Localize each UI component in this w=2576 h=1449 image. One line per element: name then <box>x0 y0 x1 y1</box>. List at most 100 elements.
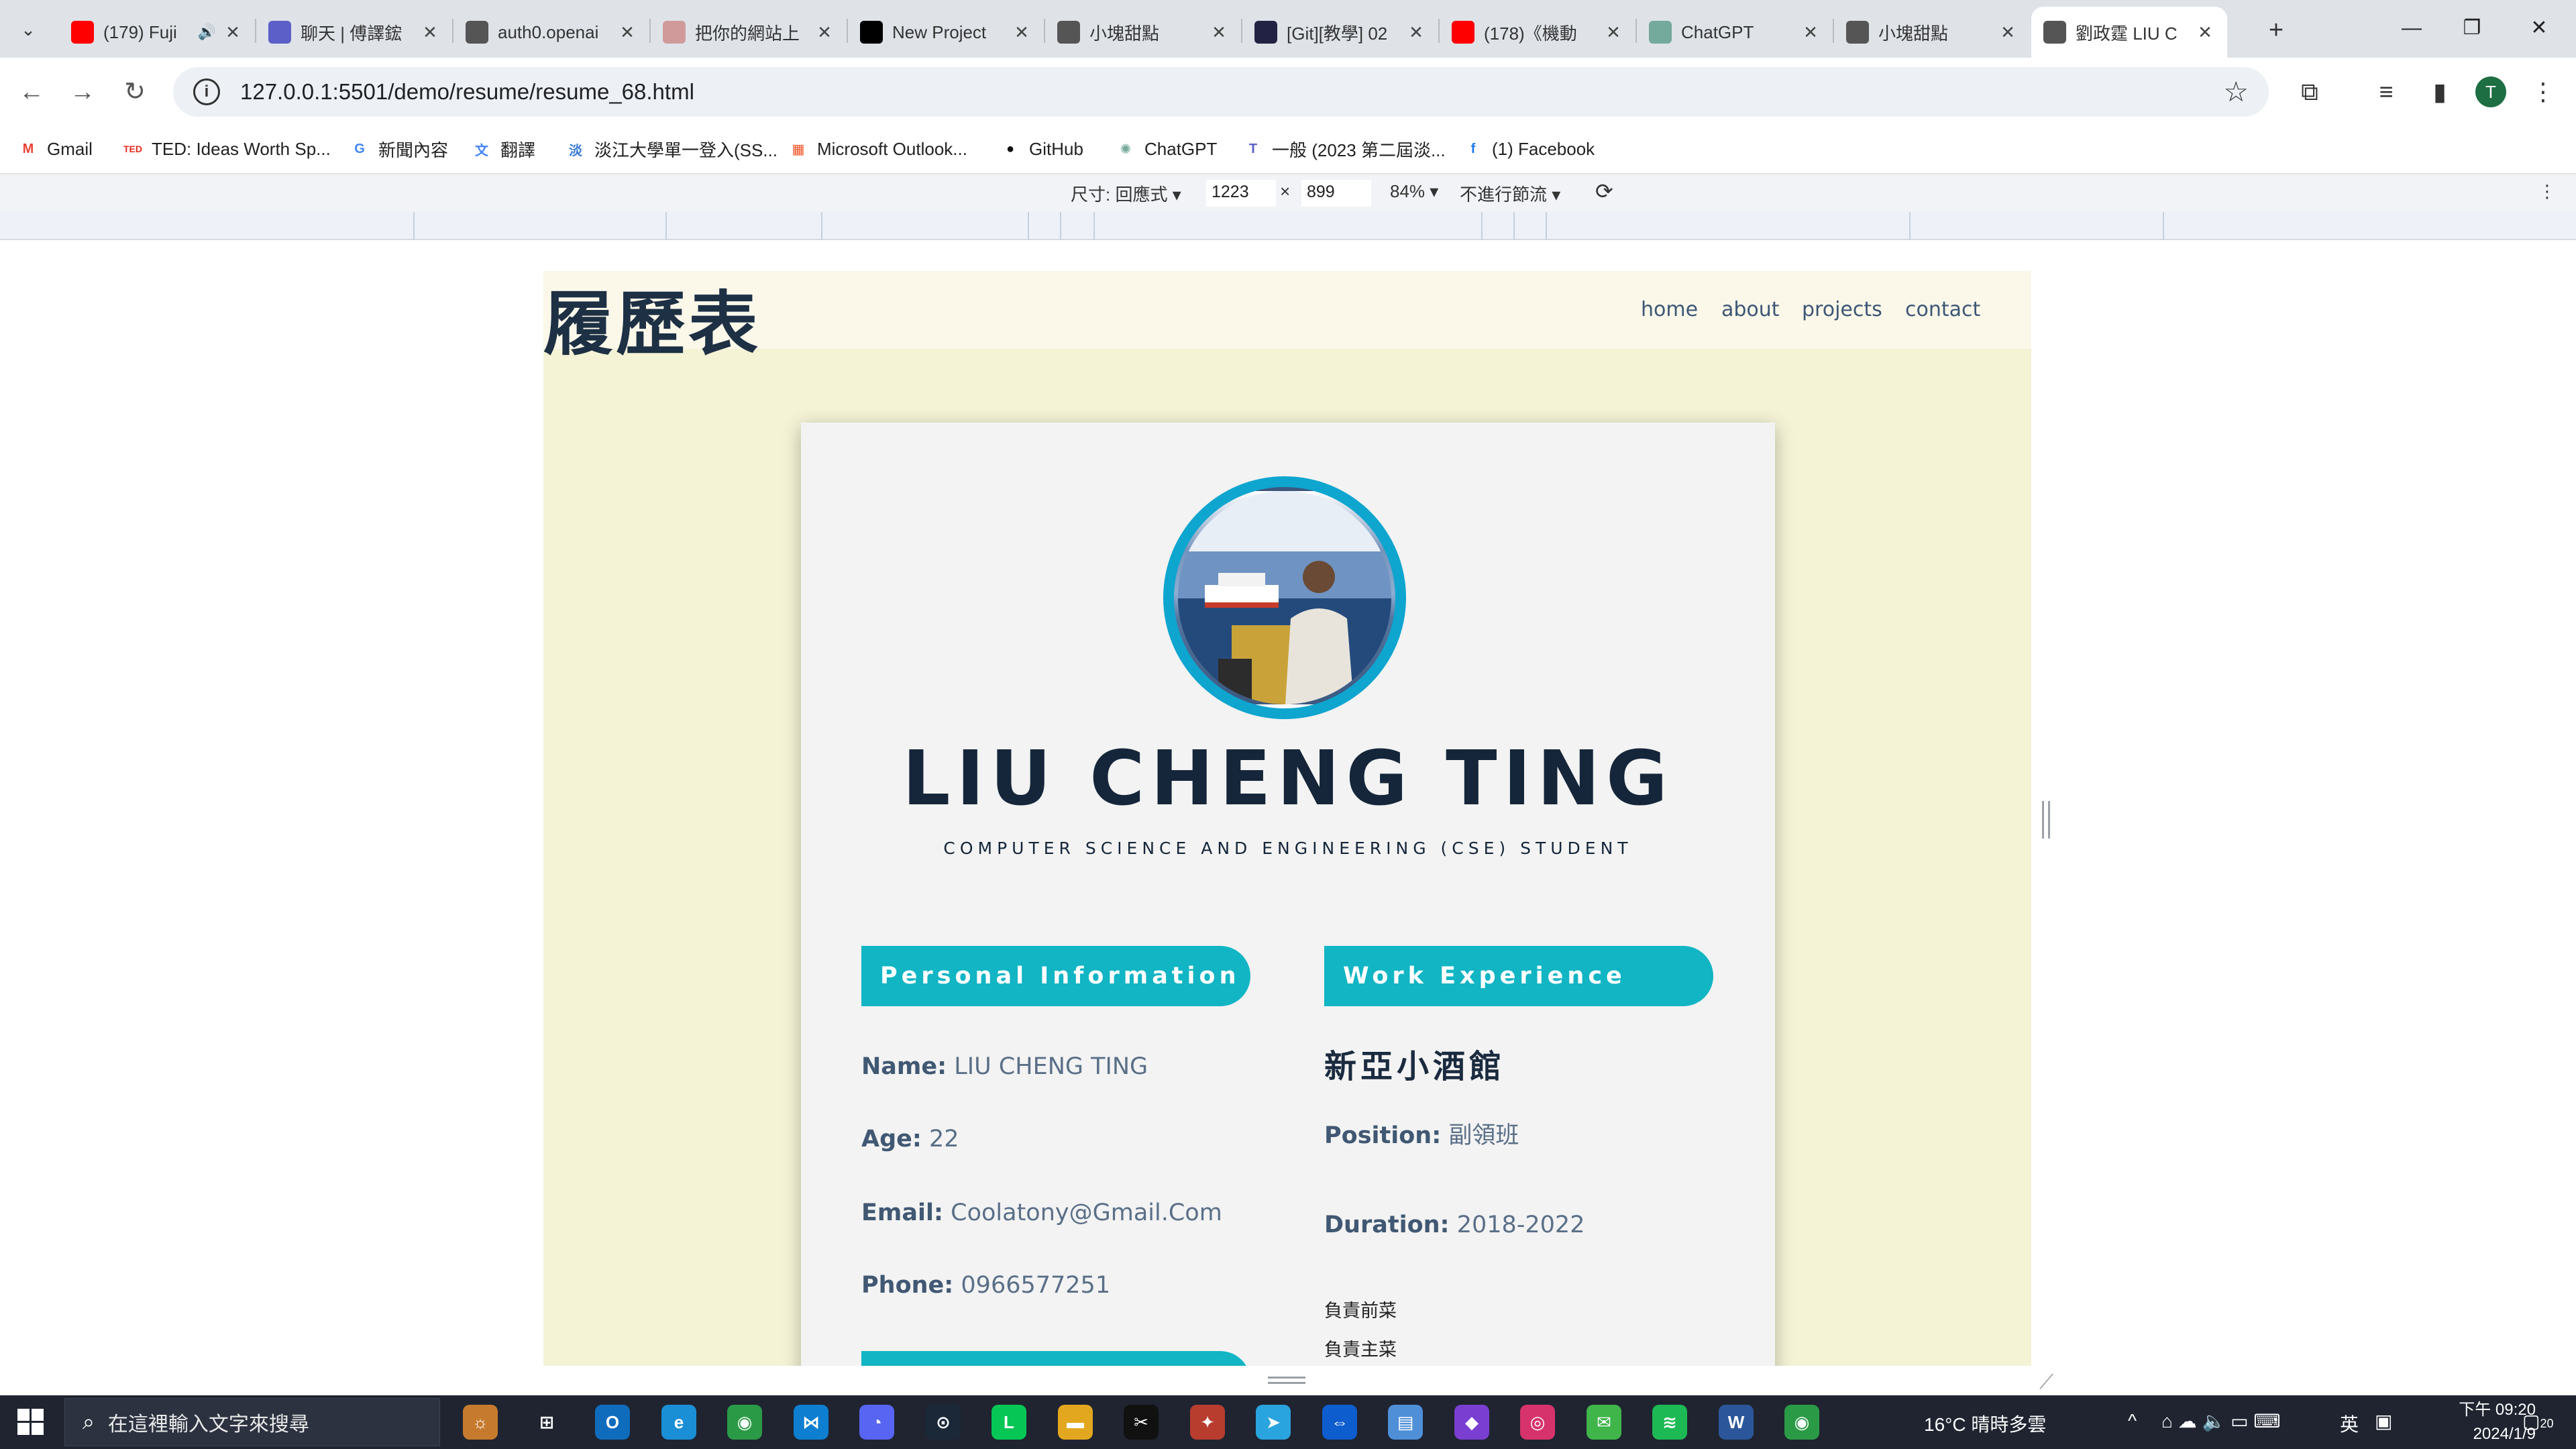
rotate-icon[interactable]: ⟳ <box>1595 178 1613 204</box>
viewport-resize-handle-right[interactable] <box>2042 801 2050 839</box>
job-position: Position: 副領班 <box>1324 1122 1519 1149</box>
browser-tab[interactable]: 把你的網站上 ✕ <box>651 7 847 58</box>
zoom-dropdown[interactable]: 84% ▾ <box>1390 181 1438 202</box>
tab-close-icon[interactable]: ✕ <box>1801 22 1821 43</box>
new-tab-button[interactable]: + <box>2261 15 2292 46</box>
browser-tab[interactable]: 劉政霆 LIU C ✕ <box>2031 7 2227 58</box>
tab-close-icon[interactable]: ✕ <box>1406 22 1426 43</box>
tray-icons[interactable]: ⌂ ☁ 🔈 ▭ ⌨ <box>2161 1410 2281 1432</box>
bookmark-label: 翻譯 <box>500 140 536 160</box>
nav-link-projects[interactable]: projects <box>1802 298 1882 321</box>
reload-icon[interactable]: ↻ <box>118 75 152 109</box>
instagram-icon[interactable]: ◎ <box>1520 1405 1555 1440</box>
browser-tab[interactable]: 小塊甜點 ✕ <box>1045 7 1241 58</box>
capcut-icon[interactable]: ✂ <box>1124 1405 1159 1440</box>
browser-tab[interactable]: [Git][教學] 02 ✕ <box>1242 7 1438 58</box>
media-query-ruler[interactable] <box>0 212 2576 240</box>
address-bar[interactable]: i 127.0.0.1:5501/demo/resume/resume_68.h… <box>173 67 2269 117</box>
nav-link-home[interactable]: home <box>1641 298 1698 321</box>
more-menu-icon[interactable]: ⋮ <box>2525 74 2561 110</box>
throttle-dropdown[interactable]: 不進行節流 ▾ <box>1460 181 1560 206</box>
browser-tab[interactable]: 小塊甜點 ✕ <box>1834 7 2030 58</box>
bookmark-item[interactable]: TED TED: Ideas Worth Sp... <box>122 134 331 164</box>
task-view-icon[interactable]: ⊞ <box>529 1405 564 1440</box>
bookmark-item[interactable]: 淡淡江大學單一登入(SS... <box>565 134 777 164</box>
forward-arrow-icon[interactable]: → <box>66 75 99 109</box>
tab-close-icon[interactable]: ✕ <box>1012 22 1032 43</box>
tab-close-icon[interactable]: ✕ <box>814 22 835 43</box>
tab-close-icon[interactable]: ✕ <box>1603 22 1623 43</box>
tab-strip: ⌄ (179) Fuji 🔊 ✕ 聊天 | 傅譯鋐 ✕ auth0.openai ✕ 把你的網… <box>0 0 2576 58</box>
chrome-icon[interactable]: ◉ <box>727 1405 762 1440</box>
git-icon <box>1254 21 1277 44</box>
outlook-icon[interactable]: O <box>595 1405 630 1440</box>
media-control-icon[interactable]: ≡ <box>2368 74 2404 110</box>
browser-tab[interactable]: auth0.openai ✕ <box>453 7 649 58</box>
bookmark-item[interactable]: G 新聞內容 <box>349 134 448 164</box>
wechat-icon[interactable]: ✉ <box>1587 1405 1621 1440</box>
bookmark-item[interactable]: f (1) Facebook <box>1462 134 1595 164</box>
restore-button[interactable]: ❐ <box>2449 9 2496 47</box>
site-info-icon[interactable]: i <box>193 78 220 105</box>
tab-close-icon[interactable]: ✕ <box>223 22 243 43</box>
extensions-puzzle-icon[interactable]: ⧉ <box>2292 74 2328 110</box>
tab-close-icon[interactable]: ✕ <box>617 22 637 43</box>
profile-avatar[interactable]: T <box>2475 76 2506 107</box>
nav-link-about[interactable]: about <box>1721 298 1780 321</box>
viewport-height-input[interactable]: 899 <box>1301 180 1371 207</box>
vscode-icon[interactable]: ⋈ <box>794 1405 828 1440</box>
browser-tab[interactable]: New Project ✕ <box>848 7 1044 58</box>
paint-icon[interactable]: ◆ <box>1454 1405 1489 1440</box>
bookmark-item[interactable]: ● GitHub <box>1000 134 1083 164</box>
site-logo[interactable]: 履歷表 <box>543 271 761 368</box>
steam-icon[interactable]: ⊙ <box>926 1405 961 1440</box>
minimize-button[interactable]: — <box>2388 9 2435 47</box>
viewport-resize-handle-bottom[interactable] <box>1268 1377 1305 1386</box>
tab-search-chevron-icon[interactable]: ⌄ <box>12 13 44 46</box>
browser-tab[interactable]: ChatGPT ✕ <box>1637 7 1833 58</box>
tab-close-icon[interactable]: ✕ <box>1998 22 2018 43</box>
url-text[interactable]: 127.0.0.1:5501/demo/resume/resume_68.htm… <box>240 79 694 105</box>
file-explorer-icon[interactable]: ▬ <box>1058 1405 1093 1440</box>
bookmark-star-icon[interactable]: ☆ <box>2223 75 2249 108</box>
ime-indicator[interactable]: 英 <box>2340 1410 2359 1437</box>
tab-close-icon[interactable]: ✕ <box>1209 22 1229 43</box>
viewport-width-input[interactable]: 1223 <box>1206 180 1276 207</box>
browser-tab[interactable]: 聊天 | 傅譯鋐 ✕ <box>256 7 452 58</box>
windows-start-icon[interactable] <box>17 1409 44 1436</box>
browser-tab[interactable]: (179) Fuji 🔊 ✕ <box>59 7 255 58</box>
notepad-icon[interactable]: ▤ <box>1388 1405 1423 1440</box>
line-icon[interactable]: L <box>991 1405 1026 1440</box>
viewport-resize-corner-icon[interactable]: ⟋ <box>2039 1371 2053 1394</box>
tab-close-icon[interactable]: ✕ <box>420 22 440 43</box>
tab-audio-icon[interactable]: 🔊 <box>198 23 216 41</box>
tray-overflow-chevron-icon[interactable]: ^ <box>2128 1410 2137 1432</box>
nav-link-contact[interactable]: contact <box>1905 298 1980 321</box>
widget-icon[interactable]: ☼ <box>463 1405 498 1440</box>
bookmark-item[interactable]: M Gmail <box>17 134 93 164</box>
discord-icon[interactable]: ◔ <box>859 1405 894 1440</box>
edge-icon[interactable]: e <box>661 1405 696 1440</box>
tab-close-icon[interactable]: ✕ <box>2195 22 2215 43</box>
spotify-icon[interactable]: ≋ <box>1652 1405 1687 1440</box>
telegram-icon[interactable]: ➤ <box>1256 1405 1291 1440</box>
bookmark-item[interactable]: ✺ ChatGPT <box>1115 134 1218 164</box>
close-window-button[interactable]: ✕ <box>2516 9 2563 47</box>
system-clock[interactable]: 下午 09:20 2024/1/9 <box>2388 1398 2536 1446</box>
taskbar-search-box[interactable]: ⌕ 在這裡輸入文字來搜尋 <box>64 1398 440 1446</box>
devtools-more-icon[interactable]: ⋮ <box>2538 181 2556 202</box>
notification-center-icon[interactable]: ▢20 <box>2522 1410 2554 1432</box>
back-arrow-icon[interactable]: ← <box>15 75 48 109</box>
bookmark-item[interactable]: T 一般 (2023 第二屆淡... <box>1242 134 1446 164</box>
word-icon[interactable]: W <box>1719 1405 1754 1440</box>
bookmark-item[interactable]: 文翻譯 <box>471 134 535 164</box>
teamviewer-icon[interactable]: ⇔ <box>1322 1405 1357 1440</box>
browser-tab[interactable]: (178)《機動 ✕ <box>1440 7 1635 58</box>
chrome-icon[interactable]: ◉ <box>1784 1405 1819 1440</box>
side-panel-icon[interactable]: ▮ <box>2422 74 2458 110</box>
dimensions-dropdown[interactable]: 尺寸: 回應式 ▾ <box>1071 181 1181 206</box>
app-icon[interactable]: ✦ <box>1190 1405 1225 1440</box>
weather-widget[interactable]: 16°C 晴時多雲 <box>1924 1410 2046 1437</box>
bookmark-item[interactable]: ▦ Microsoft Outlook... <box>788 134 967 164</box>
tab-title: auth0.openai <box>498 21 599 42</box>
